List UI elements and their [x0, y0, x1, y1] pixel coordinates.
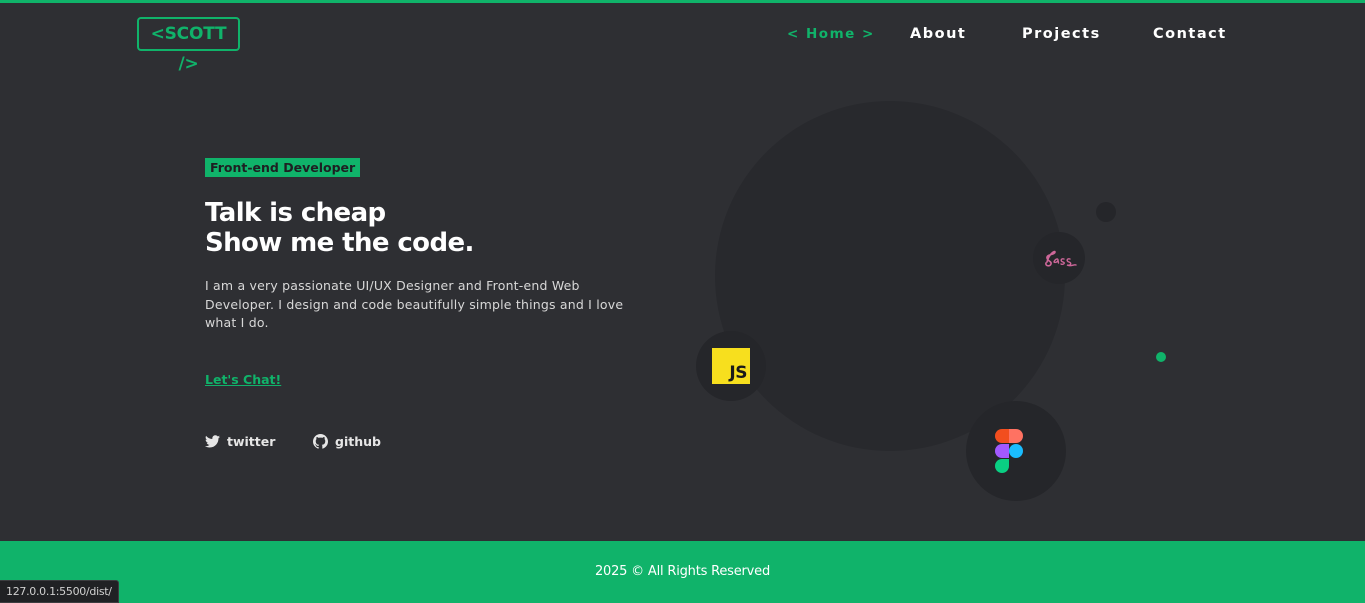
- hero-description: I am a very passionate UI/UX Designer an…: [205, 278, 624, 330]
- hero-backdrop-circle: [715, 101, 1065, 451]
- headline-line-1: Talk is cheap: [205, 198, 386, 228]
- javascript-icon: JS: [712, 348, 750, 384]
- decor-dot-dark: [1096, 202, 1116, 222]
- nav-contact[interactable]: Contact: [1153, 24, 1227, 44]
- nav-projects[interactable]: Projects: [1022, 24, 1101, 44]
- headline-line-2: Show me the code.: [205, 228, 474, 258]
- browser-status-url: 127.0.0.1:5500/dist/: [0, 580, 119, 603]
- twitter-link[interactable]: twitter: [205, 432, 275, 450]
- hero-headline: Talk is cheap Show me the code.: [205, 198, 474, 258]
- github-icon: [313, 433, 328, 449]
- github-label: github: [335, 433, 381, 449]
- github-link[interactable]: github: [313, 432, 381, 450]
- twitter-label: twitter: [227, 433, 276, 449]
- js-label: JS: [729, 363, 747, 383]
- copyright-text: 2025 © All Rights Reserved: [594, 564, 771, 579]
- figma-icon: [995, 429, 1023, 473]
- nav-home[interactable]: < Home >: [787, 24, 875, 44]
- sass-icon: [1045, 250, 1077, 267]
- site-logo[interactable]: <SCOTT />: [137, 17, 240, 74]
- decor-dot-green: [1156, 352, 1166, 362]
- javascript-orb: JS: [696, 331, 766, 401]
- sass-orb: [1033, 232, 1085, 284]
- role-tag: Front-end Developer: [205, 158, 361, 177]
- top-accent-line: [0, 0, 1365, 3]
- figma-orb: [966, 401, 1066, 501]
- nav-about[interactable]: About: [910, 24, 966, 44]
- twitter-icon: [205, 434, 220, 447]
- lets-chat-link[interactable]: Let's Chat!: [205, 372, 281, 387]
